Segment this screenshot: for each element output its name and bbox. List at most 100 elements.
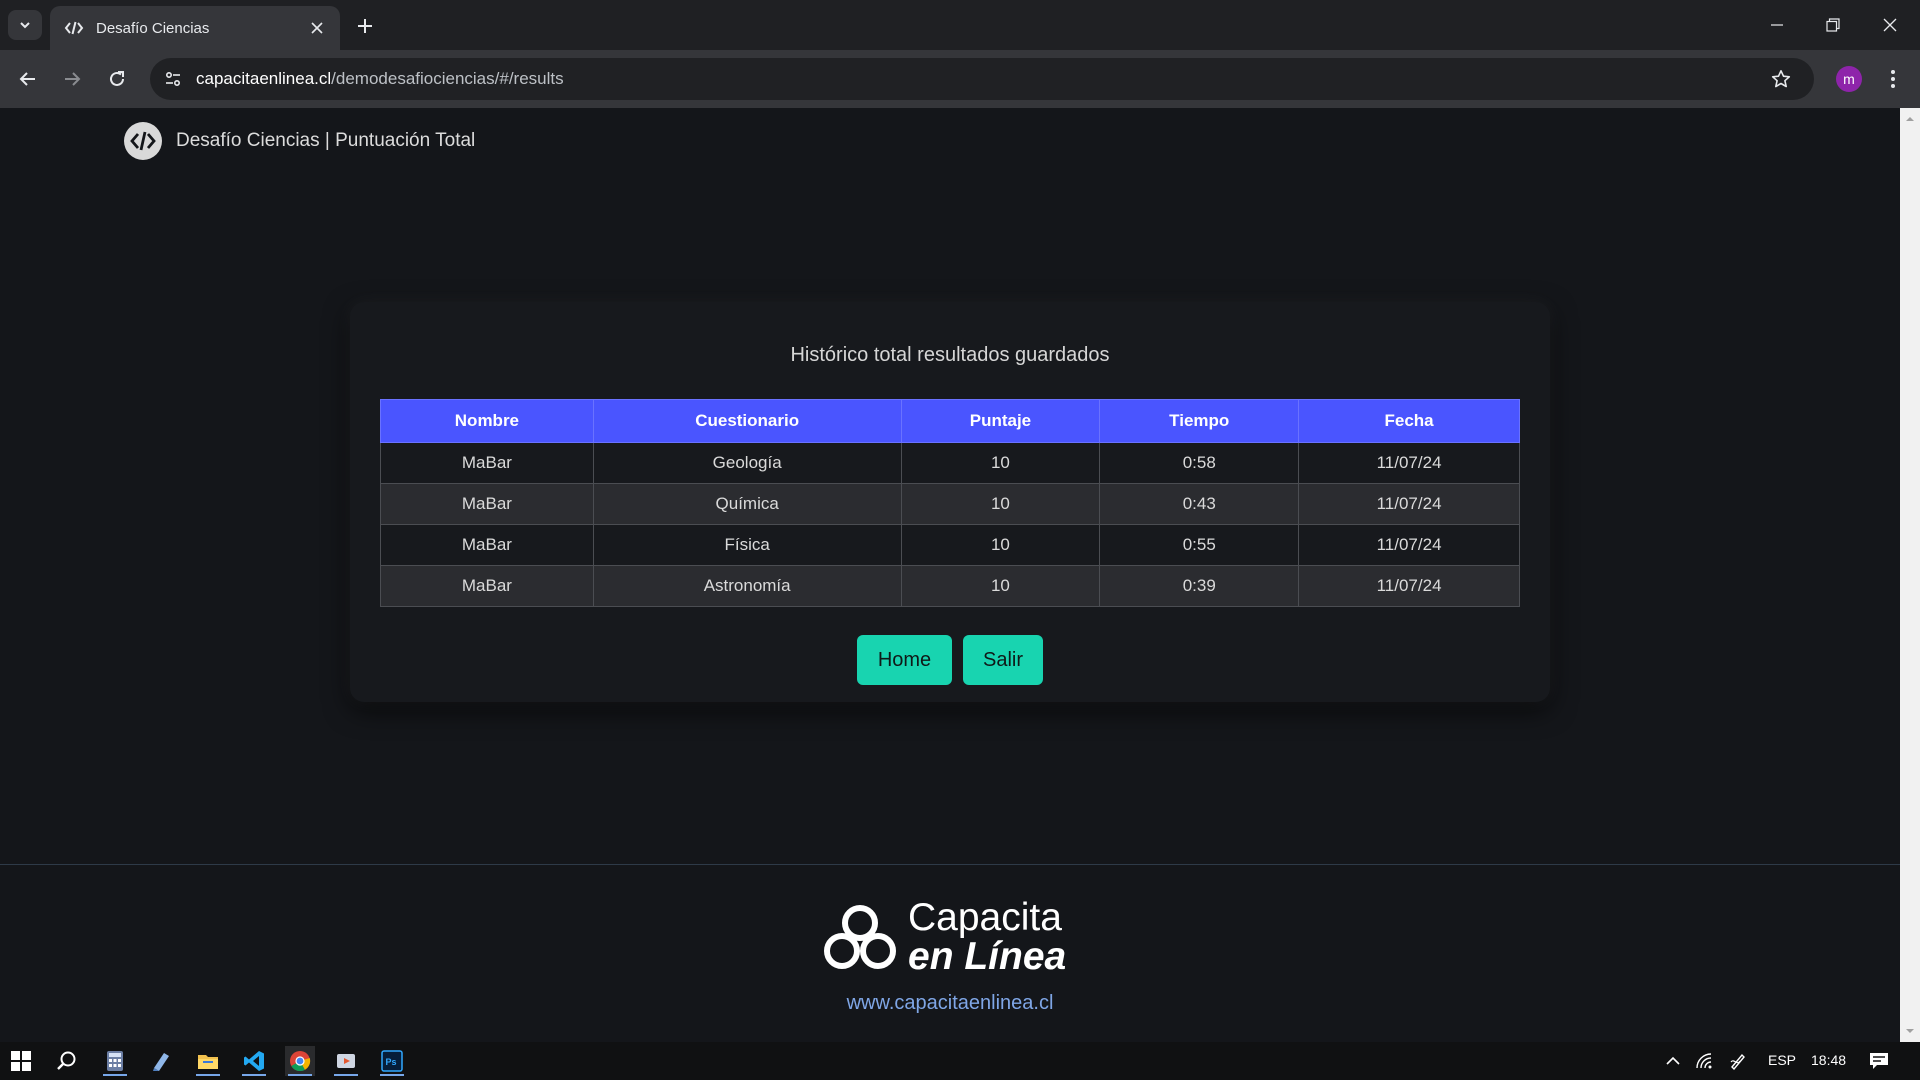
cell-nombre: MaBar <box>380 524 594 566</box>
clock-time[interactable]: 18:48 <box>1811 1052 1846 1068</box>
cell-puntaje: 10 <box>900 442 1101 484</box>
cell-tiempo: 0:58 <box>1099 442 1300 484</box>
cell-tiempo: 0:43 <box>1099 483 1300 525</box>
reload-icon <box>110 71 124 86</box>
vscode-icon[interactable] <box>239 1046 269 1076</box>
profile-avatar[interactable]: m <box>1836 66 1862 92</box>
calculator-icon[interactable] <box>100 1046 130 1076</box>
new-tab-button[interactable] <box>352 13 378 39</box>
active-indicator <box>380 1074 404 1076</box>
chevron-down-icon <box>20 22 30 29</box>
browser-tab[interactable]: Desafío Ciencias <box>50 6 340 50</box>
cell-cuestionario: Física <box>592 524 902 566</box>
start-icon[interactable] <box>6 1046 36 1076</box>
media-player-icon[interactable] <box>331 1046 361 1076</box>
scroll-up-icon[interactable] <box>1905 114 1915 124</box>
footer-logo-text: Capacita en Línea <box>908 898 1066 976</box>
table-header-row: Nombre Cuestionario Puntaje Tiempo Fecha <box>380 399 1520 443</box>
file-explorer-icon[interactable] <box>193 1046 223 1076</box>
reload-button[interactable] <box>103 65 131 93</box>
restore-button[interactable] <box>1805 0 1861 50</box>
restore-icon <box>1826 18 1840 32</box>
chrome-icon[interactable] <box>285 1046 315 1076</box>
footer-logo: Capacita en Línea <box>822 898 1066 976</box>
results-table: Nombre Cuestionario Puntaje Tiempo Fecha… <box>380 399 1520 607</box>
footer-logo-line1: Capacita <box>908 896 1062 939</box>
photoshop-icon[interactable]: Ps <box>377 1046 407 1076</box>
footer-divider <box>0 864 1900 865</box>
cell-cuestionario: Geología <box>592 442 902 484</box>
active-indicator <box>196 1074 220 1076</box>
wifi-icon[interactable] <box>1689 1046 1719 1076</box>
tab-search-button[interactable] <box>8 10 42 40</box>
cell-tiempo: 0:39 <box>1099 565 1300 607</box>
language-indicator[interactable]: ESP <box>1768 1052 1796 1068</box>
pen-icon[interactable] <box>1723 1046 1753 1076</box>
cell-fecha: 11/07/24 <box>1298 442 1520 484</box>
arrow-left-icon <box>19 72 35 86</box>
site-header: Desafío Ciencias | Puntuación Total <box>124 122 475 160</box>
active-indicator <box>288 1074 312 1076</box>
active-indicator <box>103 1074 127 1076</box>
column-header-puntaje: Puntaje <box>900 399 1101 443</box>
cell-puntaje: 10 <box>900 483 1101 525</box>
action-buttons: Home Salir <box>350 635 1550 685</box>
forward-button[interactable] <box>58 65 86 93</box>
table-row: MaBar Física 10 0:55 11/07/24 <box>380 524 1520 566</box>
minimize-icon <box>1771 24 1783 26</box>
close-icon <box>1883 18 1897 32</box>
url-text: capacitaenlinea.cl/demodesafiociencias/#… <box>196 69 1768 89</box>
tab-title: Desafío Ciencias <box>96 19 210 37</box>
capacita-knot-icon <box>824 905 896 969</box>
url-host: capacitaenlinea.cl <box>196 69 332 88</box>
browser-menu-button[interactable] <box>1880 65 1906 93</box>
browser-toolbar: capacitaenlinea.cl/demodesafiociencias/#… <box>0 50 1920 108</box>
taskbar: Ps ESP 18:48 <box>0 1042 1920 1080</box>
cell-puntaje: 10 <box>900 565 1101 607</box>
cell-nombre: MaBar <box>380 565 594 607</box>
column-header-nombre: Nombre <box>380 399 594 443</box>
site-settings-icon[interactable] <box>162 68 184 90</box>
close-tab-icon[interactable] <box>308 19 326 37</box>
close-window-button[interactable] <box>1862 0 1918 50</box>
cell-nombre: MaBar <box>380 442 594 484</box>
svg-text:Ps: Ps <box>386 1057 397 1067</box>
table-row: MaBar Química 10 0:43 11/07/24 <box>380 483 1520 525</box>
minimize-button[interactable] <box>1749 0 1805 50</box>
table-row: MaBar Astronomía 10 0:39 11/07/24 <box>380 565 1520 607</box>
cell-fecha: 11/07/24 <box>1298 565 1520 607</box>
scroll-down-icon[interactable] <box>1905 1026 1915 1036</box>
column-header-fecha: Fecha <box>1298 399 1520 443</box>
code-icon <box>64 21 84 35</box>
notification-icon[interactable] <box>1864 1046 1894 1076</box>
notes-icon[interactable] <box>146 1046 176 1076</box>
browser-tab-bar: Desafío Ciencias <box>0 0 1920 50</box>
url-path: /demodesafiociencias/#/results <box>331 69 564 88</box>
column-header-tiempo: Tiempo <box>1099 399 1300 443</box>
results-title: Histórico total resultados guardados <box>790 344 1110 366</box>
page-title: Desafío Ciencias | Puntuación Total <box>176 130 476 151</box>
plus-icon <box>358 19 372 33</box>
search-icon[interactable] <box>52 1046 82 1076</box>
cell-puntaje: 10 <box>900 524 1101 566</box>
chevron-up-icon[interactable] <box>1658 1046 1688 1076</box>
cell-fecha: 11/07/24 <box>1298 524 1520 566</box>
table-row: MaBar Geología 10 0:58 11/07/24 <box>380 442 1520 484</box>
more-vertical-icon <box>1891 70 1895 88</box>
footer-logo-line2: en Línea <box>908 935 1067 978</box>
address-bar[interactable]: capacitaenlinea.cl/demodesafiociencias/#… <box>150 58 1814 100</box>
back-button[interactable] <box>14 65 42 93</box>
cell-cuestionario: Astronomía <box>592 565 902 607</box>
page-content: Desafío Ciencias | Puntuación Total Hist… <box>0 108 1900 1042</box>
cell-fecha: 11/07/24 <box>1298 483 1520 525</box>
results-card: Histórico total resultados guardados Nom… <box>350 302 1550 702</box>
column-header-cuestionario: Cuestionario <box>592 399 902 443</box>
cell-nombre: MaBar <box>380 483 594 525</box>
footer-website-link[interactable]: www.capacitaenlinea.cl <box>0 992 1900 1015</box>
home-button[interactable]: Home <box>857 635 952 685</box>
exit-button[interactable]: Salir <box>963 635 1043 685</box>
page-scrollbar[interactable] <box>1900 108 1920 1042</box>
cell-tiempo: 0:55 <box>1099 524 1300 566</box>
bookmark-star-icon[interactable] <box>1768 66 1794 92</box>
cell-cuestionario: Química <box>592 483 902 525</box>
